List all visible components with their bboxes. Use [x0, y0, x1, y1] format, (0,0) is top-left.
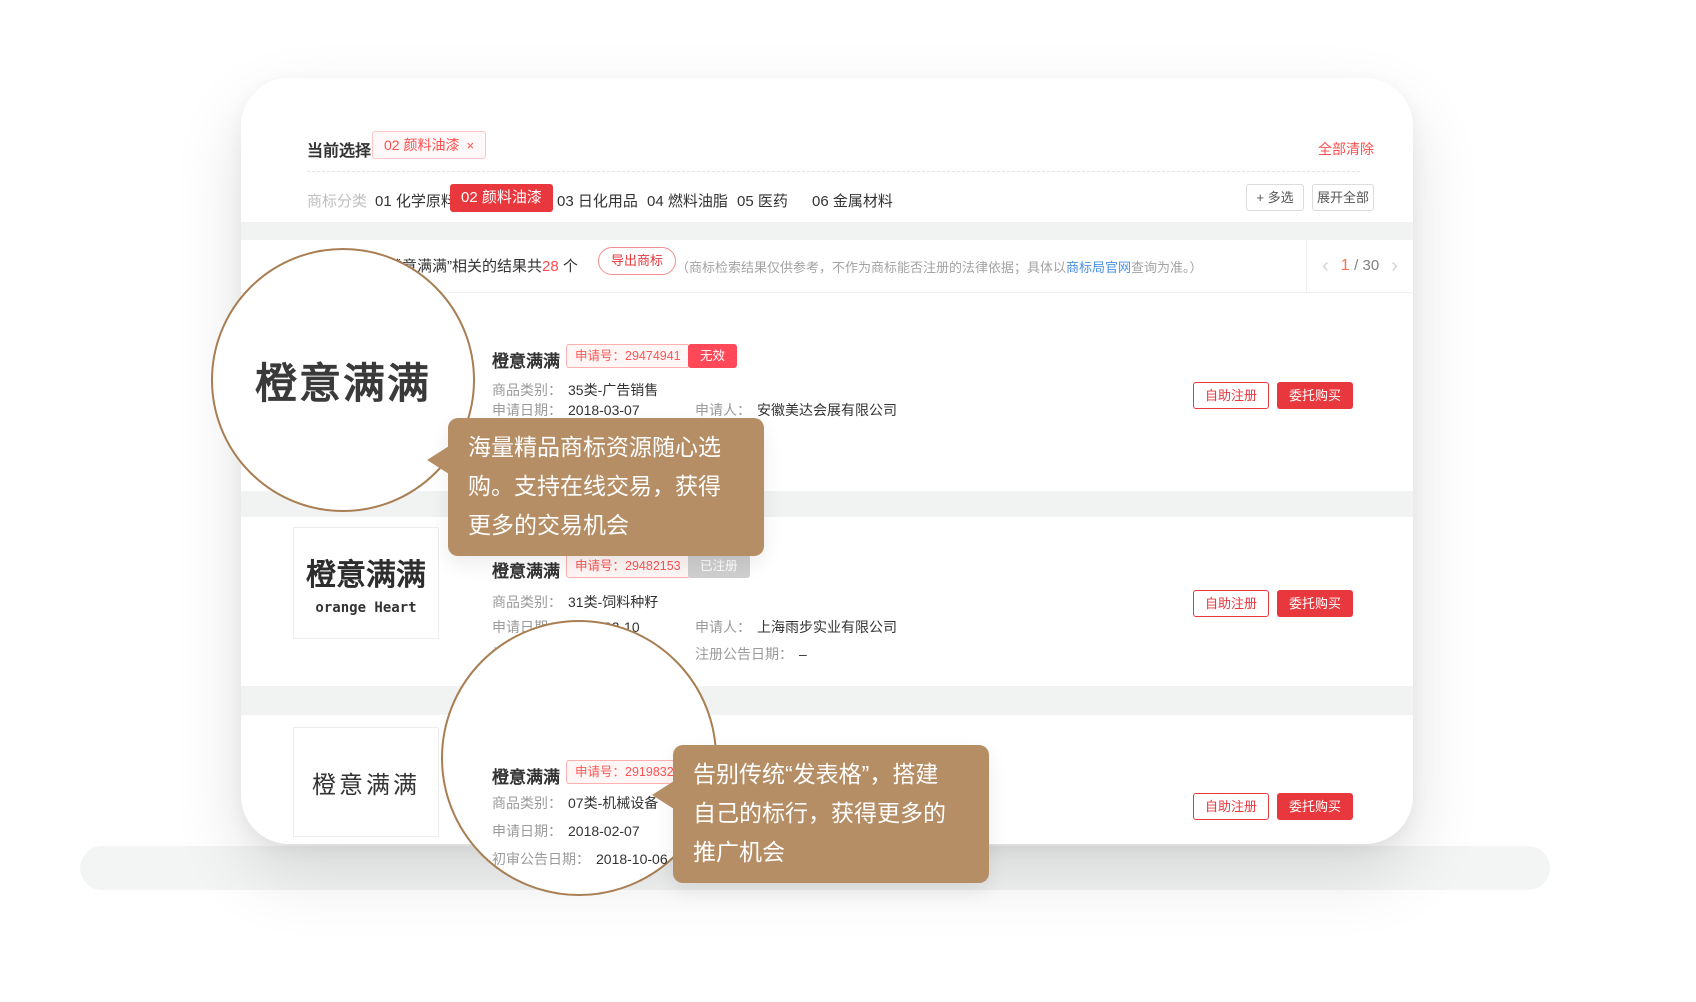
- tooltip1-line3: 更多的交易机会: [468, 506, 744, 545]
- row2-thumb-sub-text: orange Heart: [315, 600, 416, 616]
- row2-category-label: 商品类别：: [492, 594, 562, 610]
- row3-appno-label: 申请号：: [575, 765, 625, 779]
- page-indicator: 1 / 30: [1341, 257, 1379, 275]
- row3-category-value: 07类-机械设备: [568, 795, 658, 811]
- row3-entrust-purchase-button[interactable]: 委托购买: [1277, 793, 1353, 820]
- category-item-04[interactable]: 04 燃料油脂: [647, 190, 728, 211]
- row1-self-register-button[interactable]: 自助注册: [1193, 382, 1269, 409]
- trademark-thumbnail-3[interactable]: 橙意满满: [293, 727, 439, 837]
- export-trademark-button[interactable]: 导出商标: [598, 247, 676, 275]
- row2-reg-notice-line: 注册公告日期：–: [695, 644, 807, 664]
- row2-reg-notice-value: –: [799, 646, 807, 662]
- row2-category-value: 31类-饲料种籽: [568, 594, 658, 610]
- section-gap-2: [241, 491, 1413, 517]
- category-item-01[interactable]: 01 化学原料: [375, 190, 456, 211]
- page-next-icon[interactable]: ›: [1391, 256, 1398, 276]
- row3-self-register-button[interactable]: 自助注册: [1193, 793, 1269, 820]
- page-total: / 30: [1354, 257, 1379, 274]
- row2-appno-value: 29482153: [625, 559, 681, 573]
- category-bar-label: 商标分类: [307, 190, 367, 211]
- row1-date-value: 2018-03-07: [568, 402, 640, 418]
- row1-entrust-purchase-button[interactable]: 委托购买: [1277, 382, 1353, 409]
- tooltip-left-arrow-icon: [652, 781, 674, 809]
- row3-date-line: 申请日期： 2018-02-07: [492, 821, 640, 841]
- current-selection-label: 当前选择: [307, 137, 371, 161]
- tooltip-left-arrow-icon: [427, 446, 449, 474]
- row1-applicant-line: 申请人： 安徽美达会展有限公司: [695, 400, 897, 420]
- row2-status-badge: 已注册: [688, 554, 750, 578]
- row2-applicant-label: 申请人：: [695, 619, 751, 635]
- row2-reg-notice-label: 注册公告日期：: [695, 646, 793, 662]
- row2-applicant-value: 上海雨步实业有限公司: [757, 619, 897, 635]
- row2-appno-label: 申请号：: [575, 559, 625, 573]
- row2-application-number-tag: 申请号：29482153: [566, 554, 690, 578]
- row3-trademark-name: 橙意满满: [492, 763, 560, 788]
- row1-trademark-name: 橙意满满: [492, 347, 560, 372]
- row2-self-register-button[interactable]: 自助注册: [1193, 590, 1269, 617]
- tooltip2-line2: 自己的标行，获得更多的: [693, 794, 969, 833]
- disclaimer-text-post: 查询为准。）: [1131, 260, 1203, 275]
- tooltip-marketplace: 海量精品商标资源随心选 购。支持在线交易，获得 更多的交易机会: [448, 418, 764, 556]
- row1-application-number-tag: 申请号：29474941: [566, 344, 690, 368]
- page-prev-icon[interactable]: ‹: [1322, 256, 1329, 276]
- section-gap-3: [241, 686, 1413, 715]
- filter-divider: [307, 171, 1360, 172]
- row1-applicant-value: 安徽美达会展有限公司: [757, 402, 897, 418]
- tooltip1-line1: 海量精品商标资源随心选: [468, 428, 744, 467]
- multi-select-button[interactable]: + 多选: [1246, 184, 1304, 211]
- selected-filter-chip-text: 02 颜料油漆: [384, 137, 459, 153]
- result-summary-suffix: 个: [559, 258, 578, 275]
- tooltip1-line2: 购。支持在线交易，获得: [468, 467, 744, 506]
- row1-date-line: 申请日期： 2018-03-07: [492, 400, 640, 420]
- row3-first-notice-line: 初审公告日期： 2018-10-06: [492, 849, 668, 869]
- expand-all-button[interactable]: 展开全部: [1312, 184, 1374, 211]
- trademark-thumbnail-2[interactable]: 橙意满满 orange Heart: [293, 527, 439, 639]
- category-item-03[interactable]: 03 日化用品: [557, 190, 638, 211]
- row2-entrust-purchase-button[interactable]: 委托购买: [1277, 590, 1353, 617]
- row2-thumb-main-text: 橙意满满: [306, 550, 426, 594]
- row3-category-line: 商品类别： 07类-机械设备: [492, 793, 658, 813]
- row3-thumb-main-text: 橙意满满: [312, 765, 420, 800]
- trademark-office-link[interactable]: 商标局官网: [1066, 260, 1131, 275]
- pagination: ‹ 1 / 30 ›: [1306, 240, 1413, 292]
- result-count: 28: [542, 258, 559, 275]
- row3-date-value: 2018-02-07: [568, 823, 640, 839]
- category-item-05[interactable]: 05 医药: [737, 190, 788, 211]
- section-gap-1: [241, 222, 1413, 240]
- row1-applicant-label: 申请人：: [695, 402, 751, 418]
- tooltip-promotion: 告别传统“发表格”，搭建 自己的标行，获得更多的 推广机会: [673, 745, 989, 883]
- row3-first-notice-value: 2018-10-06: [596, 851, 668, 867]
- tooltip2-line1: 告别传统“发表格”，搭建: [693, 755, 969, 794]
- page-current: 1: [1341, 257, 1350, 274]
- magnified-trademark-text: 橙意满满: [255, 350, 431, 411]
- category-item-06[interactable]: 06 金属材料: [812, 190, 893, 211]
- row1-status-badge: 无效: [688, 344, 737, 368]
- row3-date-label: 申请日期：: [492, 823, 562, 839]
- row3-category-label: 商品类别：: [492, 795, 562, 811]
- page: 当前选择 02 颜料油漆 × 全部清除 商标分类 01 化学原料 02 颜料油漆 …: [0, 0, 1696, 1002]
- clear-all-button[interactable]: 全部清除: [1318, 139, 1374, 159]
- row1-appno-value: 29474941: [625, 349, 681, 363]
- row3-first-notice-label: 初审公告日期：: [492, 851, 590, 867]
- row1-date-label: 申请日期：: [492, 402, 562, 418]
- tooltip2-line3: 推广机会: [693, 833, 969, 872]
- category-item-02-active[interactable]: 02 颜料油漆: [450, 184, 553, 212]
- chip-close-icon[interactable]: ×: [466, 138, 474, 153]
- row2-trademark-name: 橙意满满: [492, 557, 560, 582]
- row1-appno-label: 申请号：: [575, 349, 625, 363]
- row2-category-line: 商品类别： 31类-饲料种籽: [492, 592, 658, 612]
- disclaimer-text-pre: （商标检索结果仅供参考，不作为商标能否注册的法律依据；具体以: [676, 260, 1066, 275]
- row1-category-value: 35类-广告销售: [568, 382, 658, 398]
- selected-filter-chip[interactable]: 02 颜料油漆 ×: [372, 131, 486, 159]
- row1-category-label: 商品类别：: [492, 382, 562, 398]
- row2-applicant-line: 申请人： 上海雨步实业有限公司: [695, 617, 897, 637]
- result-disclaimer: （商标检索结果仅供参考，不作为商标能否注册的法律依据；具体以商标局官网查询为准。…: [676, 257, 1203, 276]
- row1-category-line: 商品类别： 35类-广告销售: [492, 380, 658, 400]
